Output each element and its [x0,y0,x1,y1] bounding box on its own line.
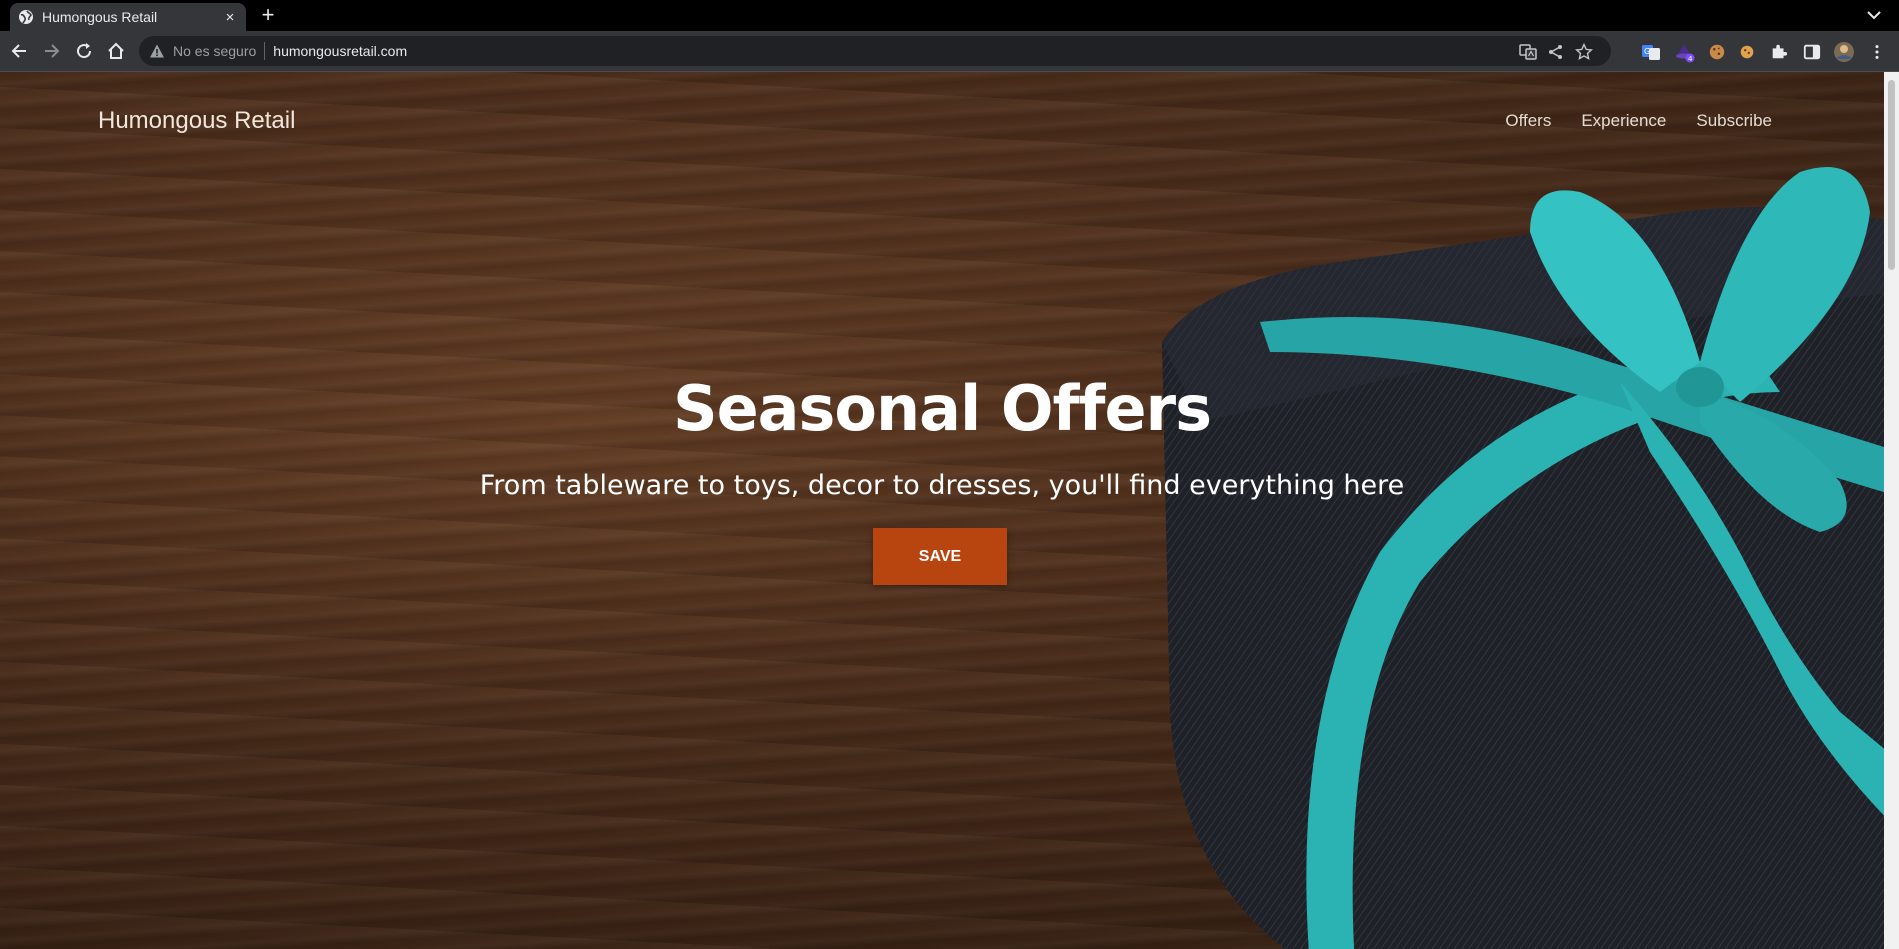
extensions-puzzle-icon[interactable] [1768,41,1790,63]
gift-box-image [1162,167,1884,949]
hero-title: Seasonal Offers [672,372,1212,445]
tab-close-icon[interactable]: × [222,9,238,26]
warning-icon[interactable] [149,43,165,59]
globe-icon [19,10,33,24]
page-scrollbar[interactable] [1884,72,1899,949]
scrollbar-thumb[interactable] [1888,80,1895,270]
browser-tab[interactable]: Humongous Retail × [10,3,246,31]
cookie-extension-icon[interactable] [1706,41,1728,63]
new-tab-button[interactable]: + [258,4,278,26]
site-logo[interactable]: Humongous Retail [98,107,295,135]
home-icon[interactable] [106,41,126,61]
extension-badge: 4 [1688,55,1693,63]
site-nav: Offers Experience Subscribe [1505,111,1772,131]
reload-icon[interactable] [74,41,94,61]
cookie-editor-extension-icon[interactable] [1736,41,1758,63]
browser-menu-icon[interactable] [1866,41,1888,63]
url-text[interactable]: humongousretail.com [273,43,407,59]
nav-link-subscribe[interactable]: Subscribe [1696,111,1772,131]
tab-title: Humongous Retail [42,9,158,25]
browser-toolbar: No es seguro humongousretail.com G 4 [0,31,1899,72]
tab-strip: Humongous Retail × + [0,0,1899,31]
wizard-hat-extension-icon[interactable]: 4 [1674,41,1696,63]
svg-text:G: G [1644,47,1650,56]
hero-section: Humongous Retail Offers Experience Subsc… [0,72,1884,949]
nav-link-experience[interactable]: Experience [1581,111,1666,131]
side-panel-icon[interactable] [1801,41,1823,63]
bookmark-star-icon[interactable] [1575,43,1593,61]
save-button[interactable]: SAVE [873,528,1007,585]
forward-icon[interactable] [41,41,61,61]
translate-icon[interactable] [1519,43,1537,61]
address-bar-actions [1519,43,1593,61]
google-translate-extension-icon[interactable]: G [1640,41,1662,63]
back-icon[interactable] [10,41,30,61]
tab-search-chevron-icon[interactable] [1865,7,1883,23]
security-status[interactable]: No es seguro [173,43,256,59]
share-icon[interactable] [1547,43,1565,61]
nav-link-offers[interactable]: Offers [1505,111,1551,131]
address-divider [264,42,266,60]
hero-subtitle: From tableware to toys, decor to dresses… [479,470,1405,501]
profile-avatar[interactable] [1833,41,1855,63]
address-bar[interactable]: No es seguro humongousretail.com [139,36,1611,66]
